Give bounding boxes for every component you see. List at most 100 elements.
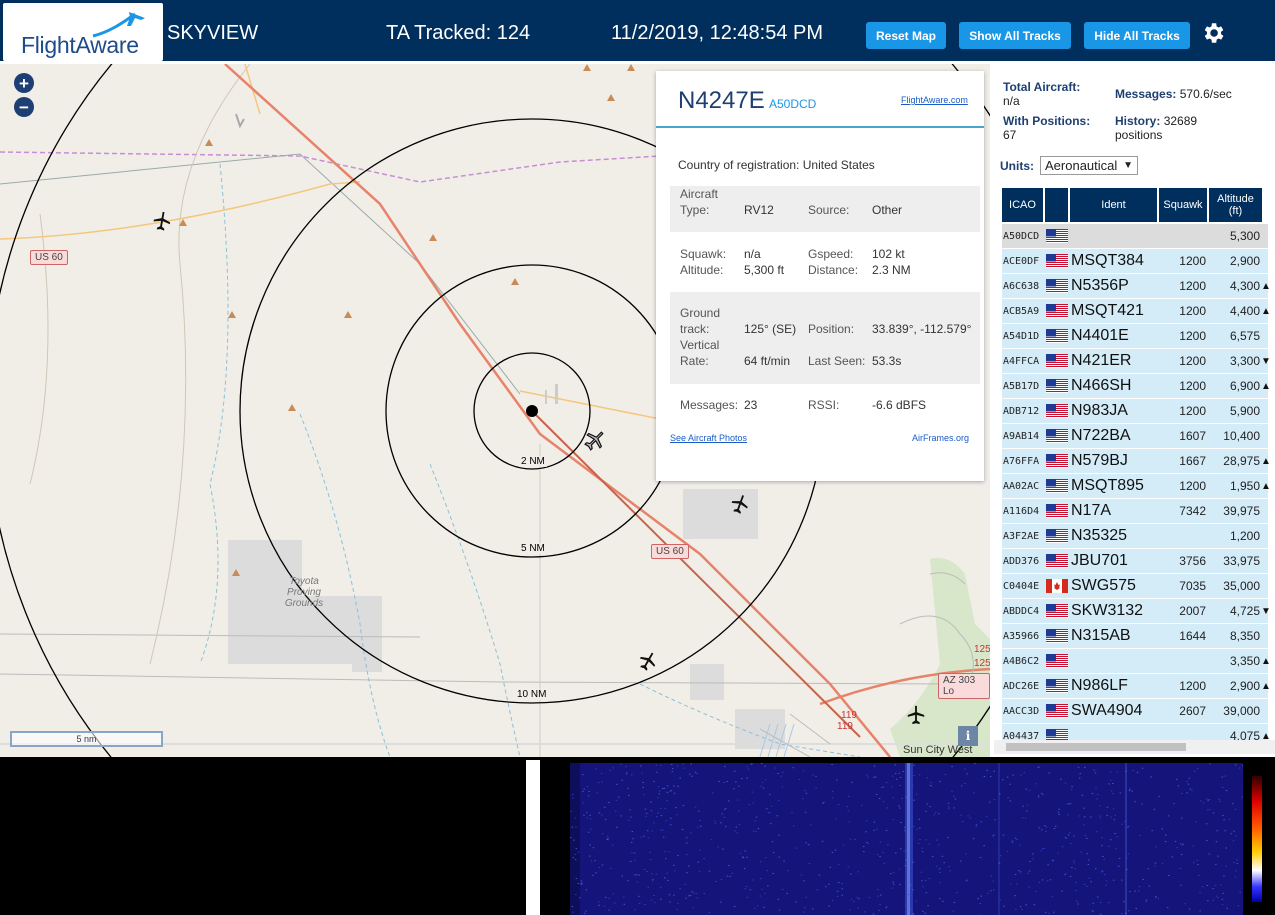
row-squawk: 1644 xyxy=(1179,629,1206,643)
messages-value: 23 xyxy=(744,398,758,412)
col-squawk[interactable]: Squawk xyxy=(1159,188,1207,222)
waterfall-noise xyxy=(873,765,876,767)
waterfall-noise xyxy=(586,786,588,787)
squawk-value: n/a xyxy=(744,247,761,261)
us-flag-icon xyxy=(1046,404,1068,418)
waterfall-noise xyxy=(1161,828,1163,830)
table-row[interactable]: ACB5A9 MSQT421 1200 4,400 ▲ xyxy=(1002,299,1271,324)
waterfall-noise xyxy=(1174,840,1177,842)
waterfall-noise xyxy=(629,809,631,811)
waterfall-noise xyxy=(623,903,626,905)
waterfall-noise xyxy=(1188,777,1190,779)
waterfall-noise xyxy=(1053,911,1055,913)
table-row[interactable]: A4FFCA N421ER 1200 3,300 ▼ xyxy=(1002,349,1271,374)
col-altitude[interactable]: Altitude (ft) xyxy=(1209,188,1262,222)
table-row[interactable]: A6C638 N5356P 1200 4,300 ▲ xyxy=(1002,274,1271,299)
hide-all-tracks-button[interactable]: Hide All Tracks xyxy=(1084,22,1190,49)
col-icao[interactable]: ICAO xyxy=(1002,188,1043,222)
waterfall-noise xyxy=(1047,864,1049,866)
table-row[interactable]: A50DCD 5,300 xyxy=(1002,224,1268,249)
waterfall-noise xyxy=(805,896,808,898)
table-row[interactable]: C0404E SWG575 7035 35,000 xyxy=(1002,574,1268,599)
reset-map-button[interactable]: Reset Map xyxy=(866,22,946,49)
waterfall-noise xyxy=(1043,847,1046,849)
range-label-5nm: 5 NM xyxy=(519,543,547,554)
units-select[interactable]: Aeronautical ▼ xyxy=(1040,156,1138,175)
selected-aircraft-icon[interactable] xyxy=(583,428,607,452)
row-altitude: 6,900 xyxy=(1229,379,1260,393)
table-row[interactable]: A3F2AE N35325 1,200 xyxy=(1002,524,1268,549)
row-squawk: 1200 xyxy=(1179,379,1206,393)
waterfall-noise xyxy=(885,830,888,831)
waterfall-noise xyxy=(944,774,947,775)
waterfall-noise xyxy=(1028,886,1030,888)
waterfall-noise xyxy=(1173,803,1175,805)
col-ident[interactable]: Ident xyxy=(1070,188,1157,222)
waterfall-noise xyxy=(804,811,807,813)
map-info-button[interactable]: i xyxy=(958,726,978,746)
aircraft-sidebar: Total Aircraft: n/a Messages: 570.6/sec … xyxy=(990,64,1275,757)
waterfall-noise xyxy=(1084,766,1086,768)
table-row[interactable]: AA02AC MSQT895 1200 1,950 ▲ xyxy=(1002,474,1271,499)
table-row[interactable]: A4B6C2 3,350 ▲ xyxy=(1002,649,1271,674)
aircraft-icon[interactable] xyxy=(151,208,173,234)
table-row[interactable]: AACC3D SWA4904 2607 39,000 xyxy=(1002,699,1268,724)
aircraft-icon[interactable] xyxy=(637,649,659,673)
table-row[interactable]: ADC26E N986LF 1200 2,900 ▲ xyxy=(1002,674,1271,699)
waterfall-noise xyxy=(1150,776,1152,778)
table-row[interactable]: A9AB14 N722BA 1607 10,400 xyxy=(1002,424,1268,449)
waterfall-noise xyxy=(585,889,588,891)
table-horizontal-scrollbar[interactable] xyxy=(994,740,1275,754)
gear-icon[interactable] xyxy=(1200,20,1226,46)
show-all-tracks-button[interactable]: Show All Tracks xyxy=(959,22,1071,49)
aircraft-icon[interactable] xyxy=(905,702,927,728)
table-row[interactable]: ACE0DF MSQT384 1200 2,900 xyxy=(1002,249,1268,274)
row-icao: ACE0DF xyxy=(1003,255,1040,267)
flightaware-link[interactable]: FlightAware.com xyxy=(901,95,968,105)
table-row[interactable]: ABDDC4 SKW3132 2007 4,725 ▼ xyxy=(1002,599,1271,624)
flightaware-logo[interactable]: FlightAware xyxy=(3,3,163,61)
airframes-link[interactable]: AirFrames.org xyxy=(912,433,969,443)
waterfall-noise xyxy=(872,913,875,915)
table-row[interactable]: ADB712 N983JA 1200 5,900 xyxy=(1002,399,1268,424)
waterfall-noise xyxy=(614,902,616,904)
panel-divider[interactable] xyxy=(526,760,540,915)
table-row[interactable]: A35966 N315AB 1644 8,350 xyxy=(1002,624,1268,649)
waterfall-noise xyxy=(1171,856,1174,858)
col-flag[interactable] xyxy=(1045,188,1068,222)
waterfall-noise xyxy=(603,905,606,907)
waterfall-noise xyxy=(1224,775,1226,777)
waterfall-noise xyxy=(1219,800,1221,802)
popup-header: N4247E A50DCD FlightAware.com xyxy=(656,71,984,128)
zoom-out-button[interactable]: − xyxy=(14,97,34,117)
scrollbar-thumb[interactable] xyxy=(1006,743,1186,751)
aircraft-icon[interactable] xyxy=(729,492,751,516)
waterfall-noise xyxy=(949,870,951,872)
waterfall-noise xyxy=(974,763,976,765)
waterfall-noise xyxy=(695,893,698,895)
waterfall-noise xyxy=(920,871,923,873)
waterfall-noise xyxy=(1123,901,1125,903)
table-row[interactable]: ADD376 JBU701 3756 33,975 xyxy=(1002,549,1268,574)
waterfall-noise xyxy=(1011,840,1014,842)
waterfall-noise xyxy=(1212,888,1214,890)
row-altitude: 2,900 xyxy=(1229,254,1260,268)
waterfall-noise xyxy=(877,895,879,897)
table-row[interactable]: A54D1D N4401E 1200 6,575 xyxy=(1002,324,1268,349)
bottom-panels xyxy=(0,760,1275,915)
waterfall-noise xyxy=(692,907,695,909)
table-row[interactable]: A5B17D N466SH 1200 6,900 ▲ xyxy=(1002,374,1271,399)
chevron-down-icon: ▼ xyxy=(1123,160,1133,171)
waterfall-noise xyxy=(1217,855,1219,857)
table-row[interactable]: A76FFA N579BJ 1667 28,975 ▲ xyxy=(1002,449,1271,474)
see-aircraft-photos-link[interactable]: See Aircraft Photos xyxy=(670,433,747,443)
waterfall-noise xyxy=(1107,902,1110,903)
waterfall-noise xyxy=(1069,832,1071,834)
waterfall-noise xyxy=(754,907,756,909)
waterfall-noise xyxy=(1086,853,1088,855)
waterfall-noise xyxy=(583,814,585,816)
waterfall-noise xyxy=(590,828,592,830)
table-row[interactable]: A116D4 N17A 7342 39,975 xyxy=(1002,499,1268,524)
zoom-in-button[interactable]: + xyxy=(14,73,34,93)
waterfall-noise xyxy=(993,834,995,836)
